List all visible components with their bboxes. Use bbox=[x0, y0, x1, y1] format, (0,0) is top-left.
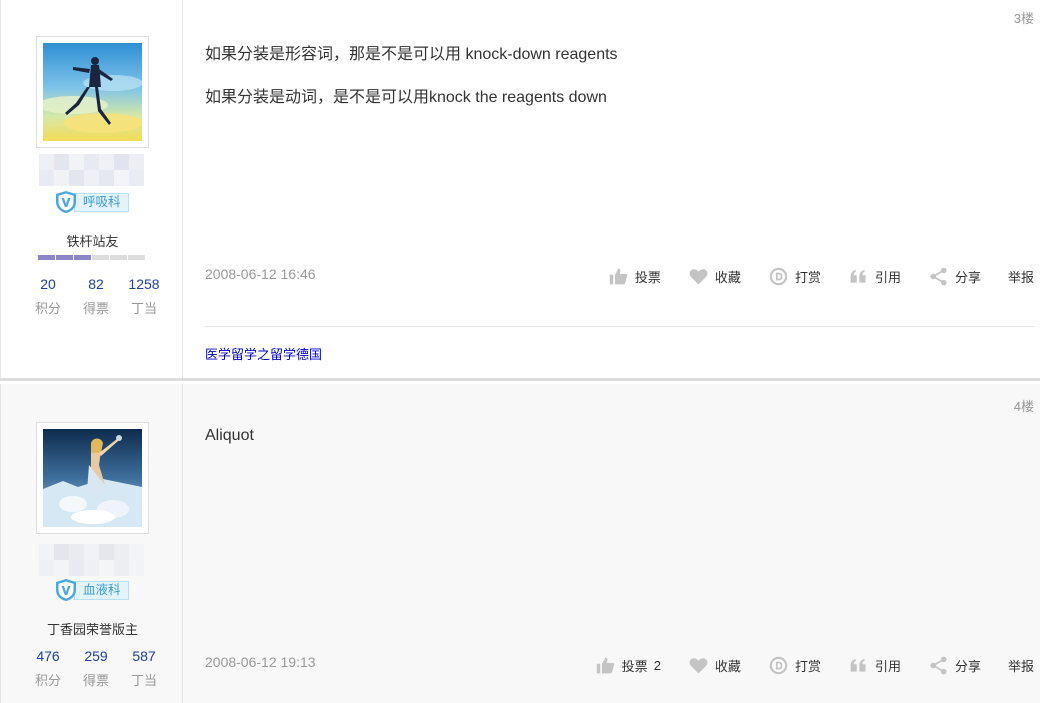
stat-value: 1258 bbox=[128, 276, 160, 292]
share-button[interactable]: 分享 bbox=[928, 654, 981, 676]
quote-label: 引用 bbox=[874, 658, 901, 674]
user-sidebar: 血液科 丁香园荣誉版主 476 积分 259 得票 587 丁当 bbox=[0, 384, 183, 703]
vote-count: 2 bbox=[653, 657, 661, 673]
user-stats: 20 积分 82 得票 1258 丁当 bbox=[26, 276, 166, 317]
vote-button[interactable]: 投票 bbox=[608, 265, 661, 287]
coin-d-icon bbox=[769, 267, 788, 285]
share-label: 分享 bbox=[954, 269, 981, 285]
stat-label: 积分 bbox=[34, 301, 61, 316]
avatar[interactable] bbox=[36, 422, 149, 534]
username-blurred bbox=[39, 154, 145, 186]
thumbs-up-icon bbox=[609, 268, 628, 284]
floor-number: 4楼 bbox=[1013, 399, 1034, 414]
stat-label: 得票 bbox=[82, 301, 109, 316]
username-blurred bbox=[39, 544, 145, 576]
post-floor-3: 呼吸科 铁杆站友 20 积分 82 得票 1258 丁当 3楼 如果分装是形容词… bbox=[0, 0, 1040, 381]
tip-label: 打赏 bbox=[794, 269, 821, 285]
post-date: 2008-06-12 19:13 bbox=[205, 654, 316, 670]
stat-votes[interactable]: 259 得票 bbox=[74, 648, 118, 689]
tip-button[interactable]: 打赏 bbox=[768, 654, 821, 676]
quote-icon bbox=[850, 269, 866, 283]
post-paragraph: 如果分装是动词，是不是可以用knock the reagents down bbox=[205, 89, 607, 106]
post-paragraph: Aliquot bbox=[205, 427, 254, 444]
quote-icon bbox=[850, 658, 866, 672]
stat-value: 587 bbox=[132, 648, 156, 664]
vote-label: 投票 bbox=[621, 658, 648, 674]
share-button[interactable]: 分享 bbox=[928, 265, 981, 287]
share-icon bbox=[930, 267, 947, 285]
stat-label: 丁当 bbox=[130, 673, 157, 688]
thumbs-up-icon bbox=[596, 657, 614, 673]
user-sidebar: 呼吸科 铁杆站友 20 积分 82 得票 1258 丁当 bbox=[0, 0, 183, 378]
favorite-button[interactable]: 收藏 bbox=[688, 654, 741, 676]
avatar-image bbox=[43, 43, 142, 141]
quote-label: 引用 bbox=[874, 269, 901, 285]
avatar[interactable] bbox=[36, 36, 149, 148]
stat-points[interactable]: 20 积分 bbox=[26, 276, 70, 317]
forum-tag-link[interactable]: 医学留学之留学德国 bbox=[205, 344, 322, 363]
report-button[interactable]: 举报 bbox=[1008, 265, 1034, 287]
post-floor-4: 血液科 丁香园荣誉版主 476 积分 259 得票 587 丁当 4楼 Aliq… bbox=[0, 384, 1040, 703]
favorite-label: 收藏 bbox=[714, 269, 741, 285]
share-label: 分享 bbox=[954, 658, 981, 674]
quote-button[interactable]: 引用 bbox=[848, 265, 901, 287]
stat-dingdang[interactable]: 587 丁当 bbox=[122, 648, 166, 689]
favorite-button[interactable]: 收藏 bbox=[688, 265, 741, 287]
report-label: 举报 bbox=[1007, 269, 1034, 285]
stat-points[interactable]: 476 积分 bbox=[26, 648, 70, 689]
post-main: 4楼 Aliquot 2008-06-12 19:13 投票 2 收藏 打赏 引… bbox=[183, 384, 1040, 703]
shield-v-icon bbox=[56, 191, 76, 213]
user-stats: 476 积分 259 得票 587 丁当 bbox=[26, 648, 166, 689]
quote-button[interactable]: 引用 bbox=[848, 654, 901, 676]
tip-label: 打赏 bbox=[794, 658, 821, 674]
divider bbox=[205, 326, 1034, 327]
heart-icon bbox=[689, 657, 708, 673]
share-icon bbox=[930, 656, 947, 674]
department-label: 血液科 bbox=[74, 580, 129, 600]
post-main: 3楼 如果分装是形容词，那是不是可以用 knock-down reagents … bbox=[183, 0, 1040, 378]
stat-label: 丁当 bbox=[130, 301, 157, 316]
post-actions: 投票 2 收藏 打赏 引用 分享 举报 bbox=[568, 654, 1034, 676]
shield-v-icon bbox=[56, 579, 76, 601]
user-rank: 铁杆站友 bbox=[66, 234, 119, 249]
stat-label: 积分 bbox=[34, 673, 61, 688]
user-rank: 丁香园荣誉版主 bbox=[46, 622, 138, 637]
stat-value: 259 bbox=[84, 648, 108, 664]
stat-votes[interactable]: 82 得票 bbox=[74, 276, 118, 317]
department-badge[interactable]: 呼吸科 bbox=[54, 191, 129, 213]
favorite-label: 收藏 bbox=[714, 658, 741, 674]
report-button[interactable]: 举报 bbox=[1008, 654, 1034, 676]
stat-value: 82 bbox=[88, 276, 104, 292]
vote-label: 投票 bbox=[634, 269, 661, 285]
report-label: 举报 bbox=[1007, 658, 1034, 674]
coin-d-icon bbox=[769, 656, 788, 674]
stat-dingdang[interactable]: 1258 丁当 bbox=[122, 276, 166, 317]
stat-label: 得票 bbox=[82, 673, 109, 688]
post-paragraph: 如果分装是形容词，那是不是可以用 knock-down reagents bbox=[205, 46, 618, 63]
avatar-image bbox=[43, 429, 142, 527]
heart-icon bbox=[689, 268, 708, 284]
floor-number: 3楼 bbox=[1013, 11, 1034, 26]
department-label: 呼吸科 bbox=[74, 192, 129, 212]
department-badge[interactable]: 血液科 bbox=[54, 579, 129, 601]
level-bar bbox=[38, 255, 145, 260]
tip-button[interactable]: 打赏 bbox=[768, 265, 821, 287]
post-actions: 投票 收藏 打赏 引用 分享 举报 bbox=[581, 265, 1034, 287]
vote-button[interactable]: 投票 2 bbox=[595, 654, 661, 676]
post-date: 2008-06-12 16:46 bbox=[205, 266, 316, 282]
stat-value: 20 bbox=[40, 276, 56, 292]
stat-value: 476 bbox=[36, 648, 60, 664]
